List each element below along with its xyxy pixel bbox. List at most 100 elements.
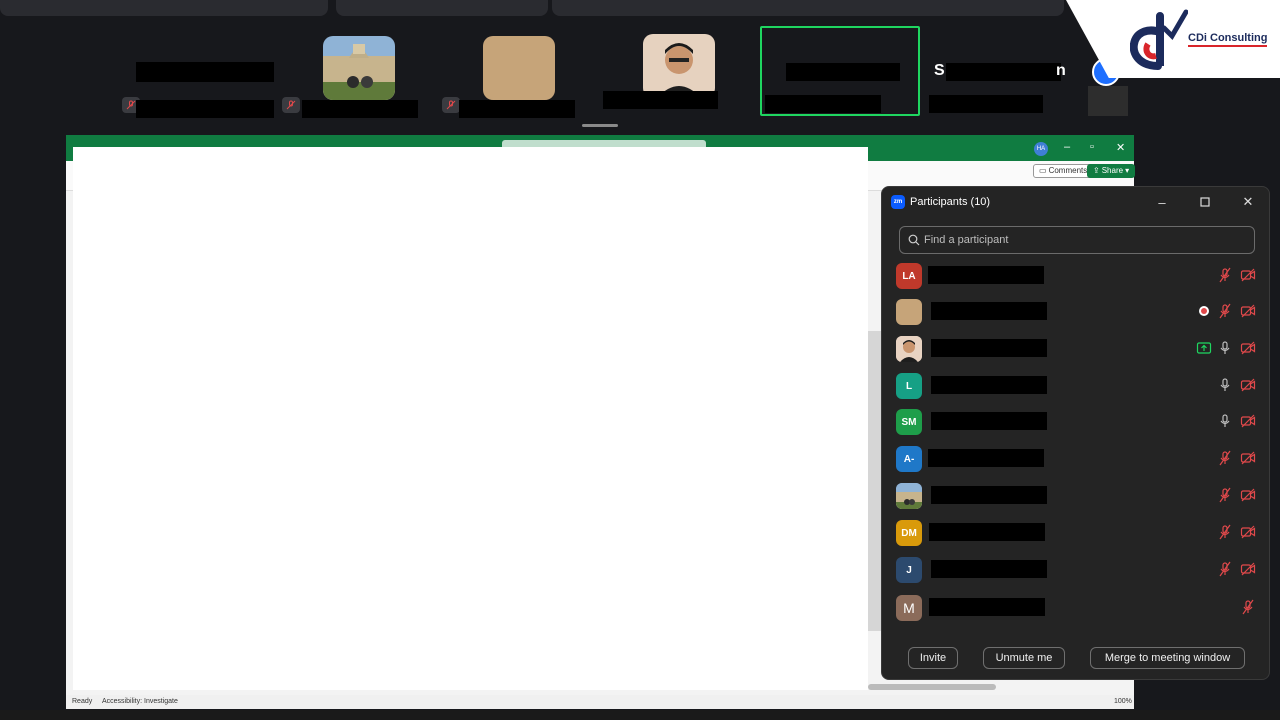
excel-status-bar: Ready Accessibility: Investigate 100% [66,695,1134,709]
redacted-name [765,95,881,113]
muted-mic-icon[interactable] [1217,561,1233,577]
share-label: Share [1101,166,1124,175]
redacted-name [302,100,418,118]
redacted-sheet-area [73,147,868,690]
video-off-icon[interactable] [1240,303,1256,319]
redacted-name [603,91,718,109]
redacted-name [929,95,1043,113]
muted-mic-icon[interactable] [1217,450,1233,466]
participant-row[interactable]: L [882,369,1269,405]
unmute-button[interactable]: Unmute me [983,647,1065,669]
invite-button[interactable]: Invite [908,647,958,669]
participant-row[interactable]: SM [882,405,1269,441]
search-input[interactable] [924,227,1244,253]
zoom-level[interactable]: 100% [1114,698,1132,705]
meeting-window: S n CDi Consulting HA – ▫ ✕ ▭ Comments ⇪ S… [0,0,1280,720]
participant-avatar: DM [896,520,922,546]
accessibility-status[interactable]: Accessibility: Investigate [102,698,178,705]
minimize-icon[interactable]: – [1064,141,1070,153]
participant-video-thumbnail[interactable] [323,36,395,100]
video-off-icon[interactable] [1240,524,1256,540]
participant-initial: n [1056,62,1066,79]
redacted-name [928,266,1044,284]
participants-panel: zm Participants (10) – ✕ LA L SM A- DM JM Inv… [881,186,1270,680]
redacted-name [946,63,1061,81]
participant-avatar-thumbnail[interactable] [483,36,555,100]
top-bar-segment [0,0,328,16]
panel-title: Participants (10) [910,196,991,208]
participant-row[interactable]: A- [882,442,1269,478]
close-icon[interactable]: ✕ [1116,141,1125,154]
comments-label: Comments [1048,166,1088,175]
participant-row[interactable]: M [882,591,1269,627]
redacted-name [931,339,1047,357]
participant-row[interactable]: DM [882,516,1269,552]
participant-avatar: SM [896,409,922,435]
zoom-logo-icon: zm [891,195,905,209]
video-off-icon[interactable] [1240,487,1256,503]
participant-row[interactable] [882,295,1269,331]
recording-icon [1196,303,1212,319]
close-icon[interactable]: ✕ [1238,193,1258,211]
participant-avatar: J [896,557,922,583]
muted-mic-icon[interactable] [1217,524,1233,540]
redacted-name [928,449,1044,467]
muted-mic-icon [282,97,300,113]
restore-icon[interactable]: ▫ [1090,141,1094,153]
screen-share-icon [1196,340,1212,356]
mic-icon[interactable] [1217,340,1233,356]
participant-avatar [896,483,922,509]
gallery-resize-handle[interactable] [582,124,618,127]
participant-row[interactable] [882,479,1269,515]
participant-initial: S [934,62,945,79]
mic-icon[interactable] [1217,413,1233,429]
mic-icon[interactable] [1217,377,1233,393]
video-off-icon[interactable] [1240,413,1256,429]
participant-tile[interactable] [1088,86,1128,116]
horizontal-scrollbar[interactable] [868,684,996,690]
muted-mic-icon[interactable] [1217,303,1233,319]
muted-mic-icon[interactable] [1217,487,1233,503]
merge-to-meeting-window-button[interactable]: Merge to meeting window [1090,647,1245,669]
redacted-name [459,100,575,118]
participant-search[interactable] [899,226,1255,254]
participant-row[interactable]: J [882,553,1269,589]
comments-button[interactable]: ▭ Comments [1033,164,1094,178]
muted-mic-icon [442,97,460,113]
status-ready: Ready [72,698,93,705]
redacted-name [931,560,1047,578]
muted-mic-icon[interactable] [1217,267,1233,283]
share-icon: ⇪ [1093,166,1100,175]
participant-video-thumbnail[interactable] [643,34,715,98]
muted-mic-icon[interactable] [1240,599,1256,615]
maximize-icon[interactable] [1195,193,1215,211]
participant-row[interactable]: LA [882,259,1269,295]
participant-avatar: A- [896,446,922,472]
redacted-name [929,523,1045,541]
logo-text: CDi Consulting [1188,32,1268,47]
redacted-name [931,302,1047,320]
video-off-icon[interactable] [1240,561,1256,577]
redacted-name [931,486,1047,504]
taskbar [0,710,1280,720]
minimize-icon[interactable]: – [1152,193,1172,211]
chevron-down-icon: ▾ [1125,166,1130,175]
redacted-name [931,412,1047,430]
redacted-name [929,598,1045,616]
video-off-icon[interactable] [1240,267,1256,283]
search-icon [908,234,920,246]
video-off-icon[interactable] [1240,450,1256,466]
cdi-logo-icon [1130,9,1188,70]
video-off-icon[interactable] [1240,377,1256,393]
participant-avatar [896,336,922,362]
redacted-name [136,100,274,118]
comment-icon: ▭ [1039,166,1047,175]
video-off-icon[interactable] [1240,340,1256,356]
participant-row[interactable] [882,332,1269,368]
top-bar-segment [552,0,1064,16]
user-avatar[interactable]: HA [1034,142,1048,156]
share-button[interactable]: ⇪ Share ▾ [1087,164,1136,178]
redacted-name [931,376,1047,394]
redacted-name [136,62,274,82]
top-bar-segment [336,0,548,16]
